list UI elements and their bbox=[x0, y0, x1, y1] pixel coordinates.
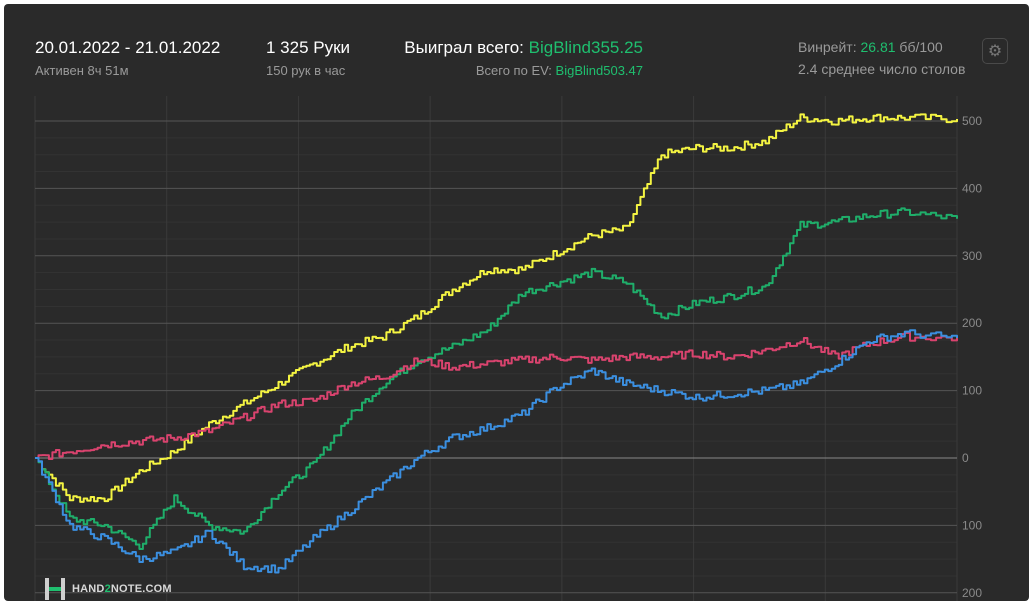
series-line-1 bbox=[35, 207, 958, 550]
chart-series bbox=[35, 113, 958, 574]
y-tick-label: 500 bbox=[962, 114, 982, 128]
series-line-2 bbox=[35, 331, 958, 460]
logo-text: HAND2NOTE.COM bbox=[72, 583, 172, 595]
profit-chart: 500 400 300 200 100 0 100 200 bbox=[34, 96, 982, 601]
y-tick-label: 100 bbox=[962, 518, 982, 532]
y-tick-label: 400 bbox=[962, 181, 982, 195]
y-axis: 500 400 300 200 100 0 100 200 bbox=[962, 114, 982, 600]
brand-logo: HAND2NOTE.COM bbox=[44, 577, 172, 601]
y-tick-label: 200 bbox=[962, 586, 982, 600]
y-tick-label: 300 bbox=[962, 249, 982, 263]
series-line-0 bbox=[35, 113, 958, 503]
y-tick-label: 200 bbox=[962, 316, 982, 330]
y-tick-label: 100 bbox=[962, 384, 982, 398]
y-tick-label: 0 bbox=[962, 451, 969, 465]
hand2note-logo-icon bbox=[45, 578, 65, 600]
chart-panel: 20.01.2022 - 21.01.2022 Активен 8ч 51м 1… bbox=[4, 4, 1029, 601]
chart-grid bbox=[34, 96, 958, 601]
